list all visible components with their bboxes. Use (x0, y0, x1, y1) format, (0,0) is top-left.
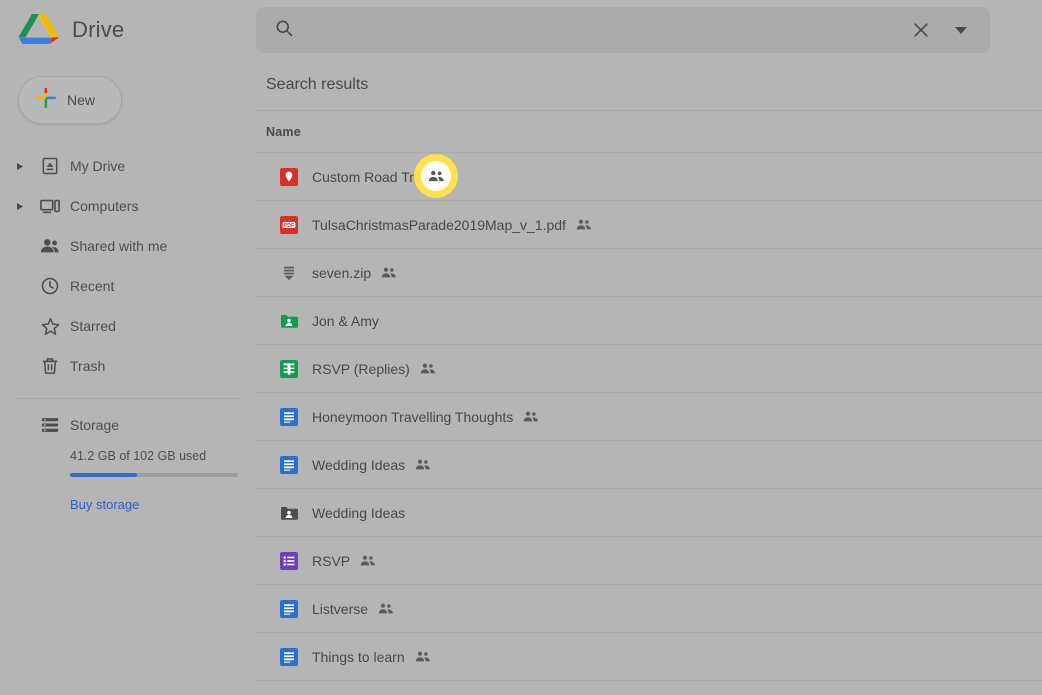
people-shared-icon[interactable] (420, 363, 436, 375)
new-button[interactable]: New (18, 76, 122, 124)
brand[interactable]: Drive (0, 11, 256, 49)
google-docs-icon (266, 647, 312, 666)
sidebar-item-label: Starred (70, 318, 116, 334)
search-area (256, 7, 1042, 53)
people-shared-icon[interactable] (378, 603, 394, 615)
table-column-header: Name (256, 111, 1042, 153)
search-results-header: Search results (256, 60, 1042, 111)
file-name: seven.zip (312, 264, 372, 281)
pdf-file-icon: PDF (266, 215, 312, 234)
table-row[interactable]: PDF TulsaChristmasParade2019Map_v_1.pdf (256, 201, 1042, 249)
people-shared-icon[interactable] (360, 555, 376, 567)
drive-file-icon (30, 156, 70, 176)
google-forms-icon (266, 551, 312, 570)
table-row[interactable]: Things to learn (256, 633, 1042, 681)
clock-icon (30, 276, 70, 296)
shared-folder-icon (266, 504, 312, 522)
people-shared-icon[interactable] (415, 651, 431, 663)
google-sheets-icon (266, 359, 312, 378)
people-shared-icon[interactable] (523, 411, 539, 423)
sidebar-item-label: Computers (70, 198, 139, 214)
sidebar-item-label: My Drive (70, 158, 126, 174)
sidebar-item-label: Recent (70, 278, 115, 294)
app-title: Drive (72, 17, 125, 42)
sidebar-divider (16, 398, 240, 399)
file-name: RSVP (Replies) (312, 360, 410, 377)
caret-right-icon[interactable] (8, 202, 30, 211)
file-name: RSVP (312, 552, 351, 569)
table-row[interactable]: Custom Road Trip (256, 153, 1042, 201)
file-name: Things to learn (312, 648, 405, 665)
chevron-down-icon[interactable] (946, 15, 976, 45)
google-docs-icon (266, 455, 312, 474)
storage-icon (30, 415, 70, 435)
page-title: Search results (266, 76, 369, 93)
table-row[interactable]: Wedding Ideas (256, 489, 1042, 537)
column-header-name[interactable]: Name (266, 125, 301, 139)
google-drive-logo-icon (18, 11, 60, 49)
storage-progress-fill (70, 473, 138, 477)
file-name: Wedding Ideas (312, 456, 406, 473)
buy-storage-link[interactable]: Buy storage (0, 497, 256, 512)
google-docs-icon (266, 407, 312, 426)
table-row[interactable]: Jon & Amy (256, 297, 1042, 345)
sidebar-item-label: Shared with me (70, 238, 168, 254)
caret-right-icon[interactable] (8, 162, 30, 171)
map-pin-icon (266, 167, 312, 186)
table-row[interactable]: Wedding Ideas (256, 441, 1042, 489)
archive-zip-icon (266, 264, 312, 282)
file-name: Jon & Amy (312, 312, 379, 329)
file-list: Custom Road Trip PDF TulsaChristmasParade2… (256, 153, 1042, 695)
people-shared-icon[interactable] (381, 267, 397, 279)
plus-icon (35, 87, 57, 114)
file-name: TulsaChristmasParade2019Map_v_1.pdf (312, 216, 566, 233)
file-name: Honeymoon Travelling Thoughts (312, 408, 514, 425)
svg-text:PDF: PDF (284, 222, 294, 228)
storage-progress-bar (70, 473, 238, 477)
sidebar: New My Drive Computers Shared with me Re… (0, 60, 256, 695)
google-docs-icon (266, 599, 312, 618)
file-name: Listverse (312, 600, 369, 617)
table-row[interactable]: seven.zip (256, 249, 1042, 297)
table-row[interactable]: Honeymoon Travelling Thoughts (256, 393, 1042, 441)
table-row[interactable]: RSVP (Replies) (256, 345, 1042, 393)
sidebar-item-storage[interactable]: Storage (0, 405, 256, 445)
new-button-label: New (67, 92, 96, 108)
storage-label: Storage (70, 417, 120, 433)
top-bar: Drive (0, 0, 1042, 60)
sidebar-item-computers[interactable]: Computers (0, 186, 256, 226)
sidebar-item-my-drive[interactable]: My Drive (0, 146, 256, 186)
drive-app: Drive New My Drive Computers Shared with… (0, 0, 1042, 695)
sidebar-item-recent[interactable]: Recent (0, 266, 256, 306)
sidebar-item-shared-with-me[interactable]: Shared with me (0, 226, 256, 266)
people-shared-icon[interactable] (415, 459, 431, 471)
star-icon (30, 316, 70, 337)
sidebar-nav: My Drive Computers Shared with me Recent… (0, 146, 256, 386)
file-name: Wedding Ideas (312, 504, 406, 521)
sidebar-item-trash[interactable]: Trash (0, 346, 256, 386)
table-row[interactable]: Listverse (256, 585, 1042, 633)
shared-folder-icon (266, 312, 312, 330)
table-row[interactable]: RSVP (256, 537, 1042, 585)
main-content: Search results Name Custom Road Trip PDF T… (256, 60, 1042, 695)
storage-usage-text: 41.2 GB of 102 GB used (70, 449, 207, 463)
search-box[interactable] (256, 7, 990, 53)
people-shared-icon[interactable] (576, 219, 592, 231)
sidebar-item-label: Trash (70, 358, 106, 374)
file-name: Custom Road Trip (312, 168, 425, 185)
body: New My Drive Computers Shared with me Re… (0, 60, 1042, 695)
people-shared-icon[interactable] (435, 171, 451, 183)
search-icon (274, 18, 294, 43)
computer-icon (30, 196, 70, 216)
trash-icon (30, 356, 70, 376)
close-icon[interactable] (906, 15, 936, 45)
search-input[interactable] (304, 21, 896, 39)
people-icon (30, 236, 70, 256)
sidebar-item-starred[interactable]: Starred (0, 306, 256, 346)
